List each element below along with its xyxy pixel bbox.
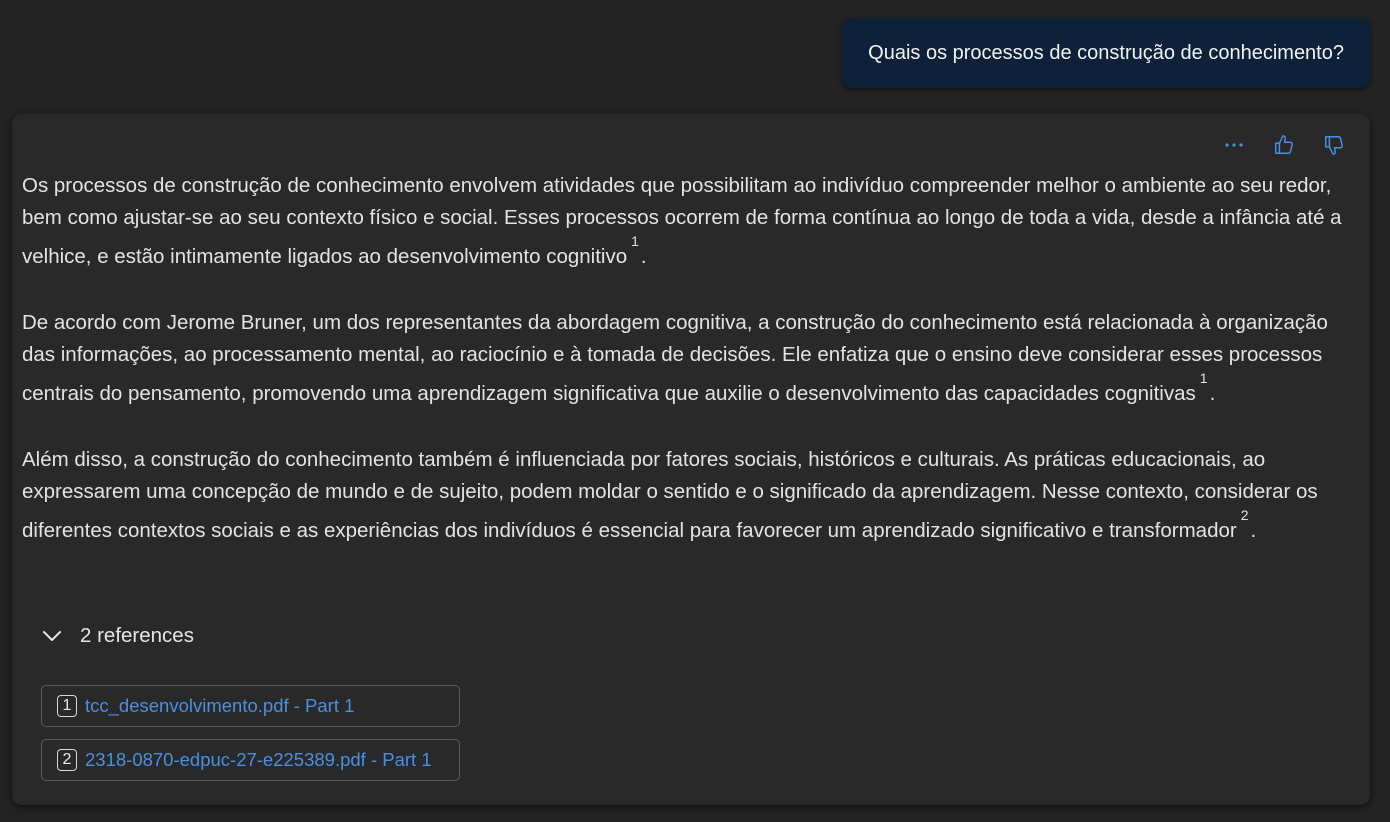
answer-actions [1220,131,1348,159]
citation-marker[interactable]: 1 [1200,370,1208,386]
reference-link[interactable]: 2318-0870-edpuc-27-e225389.pdf - Part 1 [85,749,432,771]
answer-paragraph: Além disso, a construção do conhecimento… [22,444,1352,547]
paragraph-text: Os processos de construção de conhecimen… [22,174,1342,268]
answer-paragraph: Os processos de construção de conhecimen… [22,170,1352,273]
reference-number: 1 [57,695,77,717]
thumbs-up-icon[interactable] [1270,131,1298,159]
references-toggle-label: 2 references [80,624,194,647]
answer-body: Os processos de construção de conhecimen… [22,170,1352,546]
user-message-bubble: Quais os processos de construção de conh… [842,18,1370,88]
paragraph-text: De acordo com Jerome Bruner, um dos repr… [22,310,1328,405]
reference-item-2[interactable]: 2 2318-0870-edpuc-27-e225389.pdf - Part … [41,739,460,781]
paragraph-text: Além disso, a construção do conhecimento… [22,447,1318,542]
paragraph-end: . [640,244,647,268]
reference-link[interactable]: tcc_desenvolvimento.pdf - Part 1 [85,695,354,717]
assistant-answer-card: Os processos de construção de conhecimen… [12,114,1370,805]
reference-item-1[interactable]: 1 tcc_desenvolvimento.pdf - Part 1 [41,685,460,727]
paragraph-end: . [1209,381,1216,405]
user-message-text: Quais os processos de construção de conh… [868,41,1344,64]
chat-page: Quais os processos de construção de conh… [0,0,1390,822]
more-horizontal-icon[interactable] [1220,131,1248,159]
references-toggle[interactable]: 2 references [42,624,194,648]
citation-marker[interactable]: 1 [631,233,639,249]
chevron-down-icon [43,631,61,641]
paragraph-end: . [1250,518,1257,542]
citation-marker[interactable]: 2 [1241,507,1249,523]
answer-paragraph: De acordo com Jerome Bruner, um dos repr… [22,307,1352,410]
thumbs-down-icon[interactable] [1320,131,1348,159]
reference-number: 2 [57,749,77,771]
